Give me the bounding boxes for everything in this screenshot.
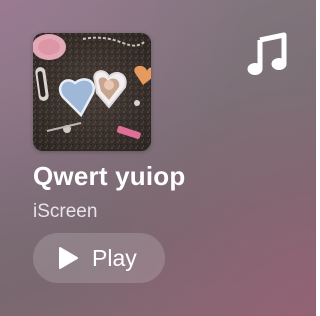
album-artwork[interactable] — [33, 33, 151, 151]
play-label: Play — [92, 244, 137, 271]
play-icon — [59, 247, 78, 269]
album-artwork-image — [33, 33, 151, 151]
artist-name: iScreen — [33, 201, 98, 222]
music-widget[interactable]: Qwert yuiop iScreen Play — [0, 0, 316, 316]
track-title: Qwert yuiop — [33, 161, 186, 191]
play-button[interactable]: Play — [33, 233, 165, 283]
music-note-icon — [247, 32, 287, 75]
